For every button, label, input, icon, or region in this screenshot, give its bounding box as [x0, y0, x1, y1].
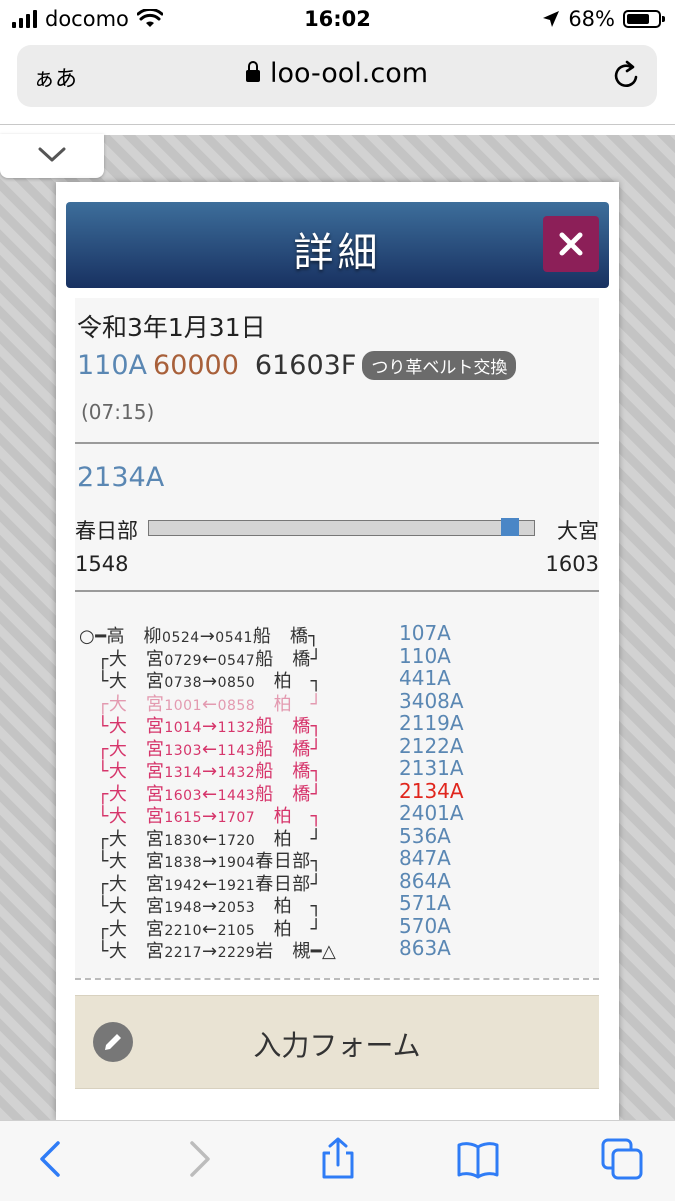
url-text: loo-ool.com [269, 58, 429, 89]
chevron-down-icon [38, 147, 66, 162]
operation-schedule: ○━高 柳0524→0541船 橋┐ 107A ┌大 宮0729←0547船 橋┘… [79, 621, 599, 962]
train-code-link[interactable]: 110A [77, 350, 147, 381]
to-time: 1603 [545, 552, 599, 576]
schedule-train-code[interactable]: 2131A [399, 756, 464, 780]
schedule-row: ┌大 宮1001←0858 柏 ┘ 3408A [79, 689, 599, 715]
panel-header: 詳細 [66, 202, 609, 288]
schedule-row: └大 宮0738→0850 柏 ┐ 441A [79, 666, 599, 692]
schedule-row: ┌大 宮2210←2105 柏 ┘ 570A [79, 914, 599, 940]
report-time: (07:15) [81, 400, 155, 424]
url-display[interactable]: loo-ool.com [17, 58, 657, 89]
schedule-row: └大 宮1615→1707 柏 ┐ 2401A [79, 801, 599, 827]
schedule-train-code[interactable]: 863A [399, 936, 451, 960]
schedule-row: └大 宮1014→1132船 橋┐ 2119A [79, 711, 599, 737]
back-icon[interactable] [30, 1137, 74, 1181]
schedule-row: ┌大 宮1942←1921春日部┘ 864A [79, 869, 599, 895]
schedule-row: └大 宮1314→1432船 橋┐ 2131A [79, 756, 599, 782]
divider [0, 124, 675, 125]
schedule-train-code[interactable]: 3408A [399, 689, 464, 713]
dashed-divider [75, 978, 599, 980]
detail-info: 令和3年1月31日 110A 60000 61603F つり革ベルト交換 (07… [75, 298, 599, 980]
schedule-route: └大 宮2217→2229岩 槻━△ [79, 941, 337, 962]
divider [75, 590, 599, 592]
status-badge: つり革ベルト交換 [362, 351, 517, 380]
progress-track [148, 518, 535, 536]
detail-panel: 詳細 令和3年1月31日 110A 60000 61603F つり革ベルト交換 … [56, 182, 619, 1120]
share-icon[interactable] [316, 1137, 360, 1181]
schedule-row: ○━高 柳0524→0541船 橋┐ 107A [79, 621, 599, 647]
progress-marker [501, 518, 519, 536]
schedule-train-code[interactable]: 847A [399, 846, 451, 870]
from-time: 1548 [75, 552, 129, 576]
schedule-train-code[interactable]: 864A [399, 869, 451, 893]
battery-percent: 68% [568, 7, 615, 31]
forward-icon[interactable] [176, 1137, 220, 1181]
schedule-train-code[interactable]: 536A [399, 824, 451, 848]
car-number-link[interactable]: 60000 [153, 350, 239, 381]
divider [75, 442, 599, 444]
schedule-train-code[interactable]: 570A [399, 914, 451, 938]
reload-icon[interactable] [611, 59, 643, 91]
schedule-row: ┌大 宮0729←0547船 橋┘ 110A [79, 644, 599, 670]
schedule-row: └大 宮1838→1904春日部┐ 847A [79, 846, 599, 872]
schedule-train-code[interactable]: 2401A [399, 801, 464, 825]
lock-icon [245, 61, 260, 82]
train-summary: 110A 60000 61603F つり革ベルト交換 [77, 350, 517, 381]
status-bar: docomo 16:02 68% [0, 0, 675, 40]
collapse-button[interactable] [0, 134, 104, 178]
schedule-row: └大 宮2217→2229岩 槻━△ 863A [79, 936, 599, 962]
schedule-train-code[interactable]: 571A [399, 891, 451, 915]
address-bar[interactable]: ぁあ loo-ool.com [17, 45, 657, 107]
input-form-button[interactable]: 入力フォーム [75, 995, 599, 1089]
input-form-label: 入力フォーム [253, 1029, 421, 1062]
close-button[interactable] [543, 216, 599, 272]
bookmarks-icon[interactable] [456, 1137, 500, 1181]
close-icon [559, 232, 583, 256]
schedule-row: ┌大 宮1603←1443船 橋┘ 2134A [79, 779, 599, 805]
location-icon [543, 11, 560, 27]
schedule-row: ┌大 宮1303←1143船 橋┘ 2122A [79, 734, 599, 760]
schedule-train-code[interactable]: 2119A [399, 711, 464, 735]
current-run-link[interactable]: 2134A [77, 462, 164, 493]
from-station: 春日部 [75, 519, 138, 543]
schedule-train-code[interactable]: 110A [399, 644, 451, 668]
schedule-row: ┌大 宮1830←1720 柏 ┘ 536A [79, 824, 599, 850]
schedule-row: └大 宮1948→2053 柏 ┐ 571A [79, 891, 599, 917]
formation-number: 61603F [254, 350, 357, 381]
browser-toolbar [0, 1120, 675, 1201]
schedule-train-code[interactable]: 2122A [399, 734, 464, 758]
schedule-train-code[interactable]: 107A [399, 621, 451, 645]
schedule-train-code[interactable]: 441A [399, 666, 451, 690]
operation-date: 令和3年1月31日 [77, 313, 266, 342]
to-station: 大宮 [557, 519, 599, 543]
tabs-icon[interactable] [600, 1137, 644, 1181]
panel-title: 詳細 [293, 230, 382, 276]
battery-icon [623, 10, 665, 28]
schedule-train-code[interactable]: 2134A [399, 779, 464, 803]
